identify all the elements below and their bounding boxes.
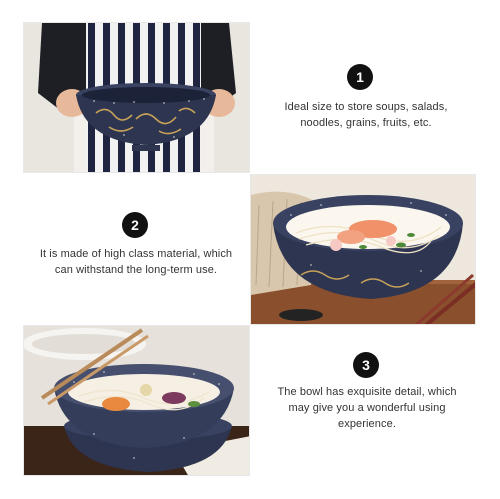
feature-text-2: It is made of high class material, which… <box>39 248 233 276</box>
feature-text-3: The bowl has exquisite detail, which may… <box>277 386 457 430</box>
stacked-bowls-image <box>24 326 249 475</box>
photo-holding-bowl <box>23 22 250 173</box>
noodle-soup-image <box>251 175 475 324</box>
step-badge-3: 3 <box>353 352 379 378</box>
step-badge-1: 1 <box>347 64 373 90</box>
step-badge-2: 2 <box>122 212 148 238</box>
photo-noodle-soup <box>250 174 476 325</box>
feature-text-1: Ideal size to store soups, salads, noodl… <box>284 101 448 129</box>
photo-stacked-bowls <box>23 325 250 476</box>
holding-bowl-image <box>24 23 249 172</box>
